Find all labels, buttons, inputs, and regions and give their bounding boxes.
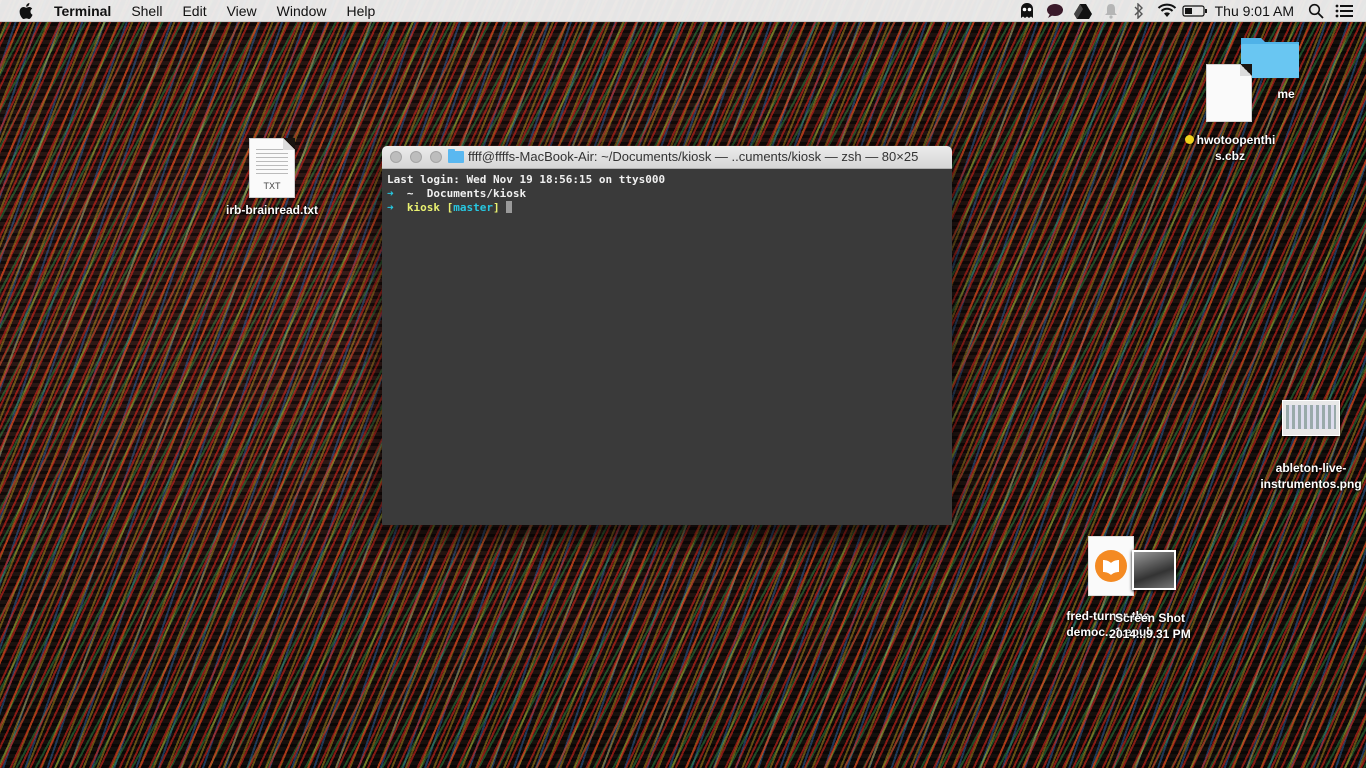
prompt-arrow: ➜ [387, 187, 394, 200]
menu-shell[interactable]: Shell [121, 0, 172, 22]
desktop-icon-label: ableton-live- instrumentos.png [1260, 461, 1362, 491]
screenshot-thumbnail-icon [1132, 550, 1176, 590]
minimize-button[interactable] [410, 151, 422, 163]
terminal-prompt-line[interactable]: ➜ kiosk [master] [387, 201, 947, 215]
ghost-icon[interactable] [1013, 0, 1041, 22]
drive-icon[interactable] [1069, 0, 1097, 22]
notification-bell-icon[interactable] [1097, 0, 1125, 22]
desktop-icon-cbz-file[interactable]: hwotoopenthi s.cbz [1176, 64, 1284, 164]
desktop-icon-label: Screen Shot 2014...9.31 PM [1109, 611, 1191, 641]
desktop-icon-label: hwotoopenthi s.cbz [1176, 132, 1284, 164]
menu-view[interactable]: View [217, 0, 267, 22]
menu-help[interactable]: Help [336, 0, 385, 22]
menu-edit[interactable]: Edit [172, 0, 216, 22]
blank-document-icon [1206, 64, 1252, 122]
bluetooth-icon[interactable] [1125, 0, 1153, 22]
menu-window[interactable]: Window [267, 0, 337, 22]
zoom-button[interactable] [430, 151, 442, 163]
status-area: Thu 9:01 AM [1013, 0, 1366, 22]
terminal-cursor [506, 201, 513, 213]
notification-center-icon[interactable] [1330, 0, 1358, 22]
git-branch: master [453, 201, 493, 214]
terminal-output: Documents/kiosk [426, 187, 527, 200]
desktop-icon-irb-brainread[interactable]: TXT irb-brainread.txt [218, 138, 326, 218]
apple-menu-icon[interactable] [19, 2, 37, 20]
prompt-home: ~ [406, 187, 414, 200]
prompt-arrow: ➜ [387, 201, 394, 214]
image-thumbnail-icon [1282, 400, 1340, 436]
app-menu-terminal[interactable]: Terminal [54, 0, 121, 22]
text-document-icon: TXT [249, 138, 295, 198]
close-button[interactable] [390, 151, 402, 163]
terminal-content[interactable]: Last login: Wed Nov 19 18:56:15 on ttys0… [382, 169, 952, 219]
yellow-tag-icon [1184, 135, 1194, 144]
terminal-line: ➜ ~ Documents/kiosk [387, 187, 947, 201]
desktop-icon-screenshot[interactable]: Screen Shot 2014...9.31 PM [1098, 550, 1202, 642]
chat-icon[interactable] [1041, 0, 1069, 22]
desktop-icon-ableton-png[interactable]: ableton-live- instrumentos.png [1256, 400, 1366, 492]
terminal-window[interactable]: ffff@ffffs-MacBook-Air: ~/Documents/kios… [382, 146, 952, 525]
folder-icon [448, 149, 464, 163]
window-titlebar[interactable]: ffff@ffffs-MacBook-Air: ~/Documents/kios… [382, 146, 952, 169]
window-title: ffff@ffffs-MacBook-Air: ~/Documents/kios… [448, 146, 946, 168]
prompt-dir: kiosk [406, 201, 440, 214]
menu-bar: Terminal Shell Edit View Window Help Thu… [0, 0, 1366, 22]
battery-icon[interactable] [1181, 0, 1209, 22]
spotlight-search-icon[interactable] [1302, 0, 1330, 22]
window-controls [390, 151, 442, 163]
git-bracket-close: ] [493, 201, 500, 214]
desktop-icon-label: irb-brainread.txt [225, 203, 318, 217]
wifi-icon[interactable] [1153, 0, 1181, 22]
terminal-line: Last login: Wed Nov 19 18:56:15 on ttys0… [387, 173, 666, 186]
menubar-clock[interactable]: Thu 9:01 AM [1209, 3, 1302, 19]
